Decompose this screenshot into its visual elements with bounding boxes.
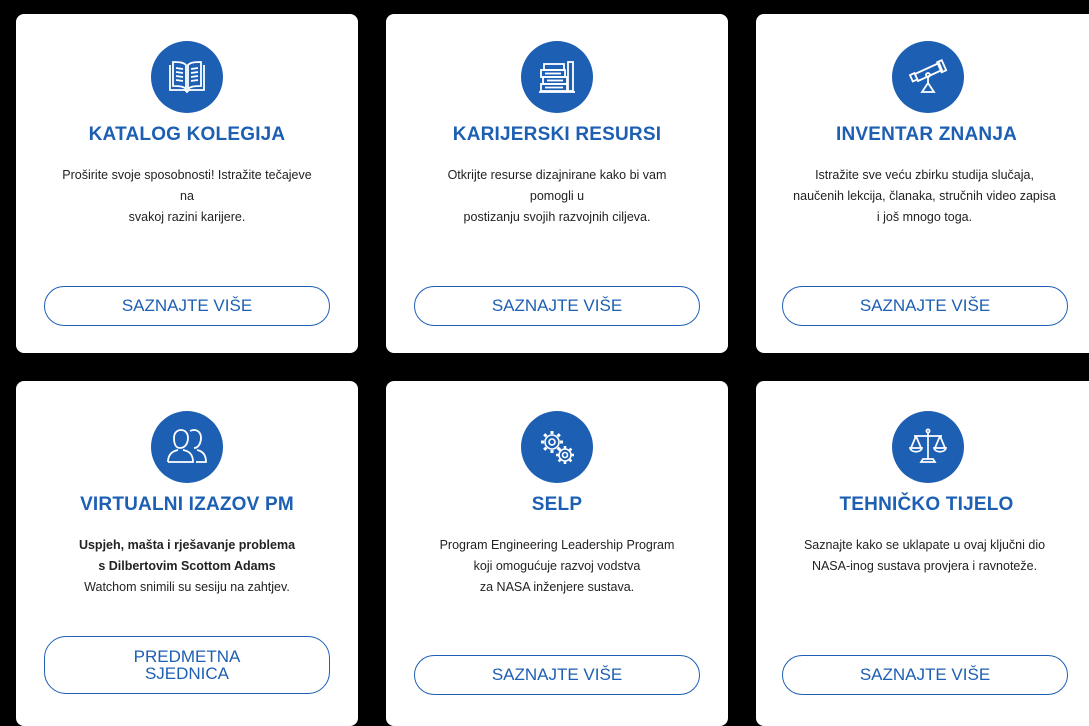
card-selp: SELP Program Engineering Leadership Prog… xyxy=(386,381,728,726)
card-description: Program Engineering Leadership Program k… xyxy=(439,538,675,594)
learn-more-button[interactable]: SAZNAJTE VIŠE xyxy=(782,655,1068,695)
card-description: Istražite sve veću zbirku studija slučaj… xyxy=(793,168,1056,224)
card-tehnicko-tijelo: TEHNIČKO TIJELO Saznajte kako se uklapat… xyxy=(756,381,1089,726)
book-icon xyxy=(151,41,223,113)
learn-more-button[interactable]: SAZNAJTE VIŠE xyxy=(414,655,700,695)
card-description: Otkrijte resurse dizajnirane kako bi vam… xyxy=(447,168,667,224)
card-title: KARIJERSKI RESURSI xyxy=(452,124,662,145)
learn-more-button[interactable]: SAZNAJTE VIŠE xyxy=(44,286,330,326)
card-description: Saznajte kako se uklapate u ovaj ključni… xyxy=(803,538,1046,573)
card-katalog-kolegija: KATALOG KOLEGIJA Proširite svoje sposobn… xyxy=(16,14,358,353)
card-inventar-znanja: INVENTAR ZNANJA Istražite sve veću zbirk… xyxy=(756,14,1089,353)
card-title: SELP xyxy=(531,494,583,515)
learn-more-button[interactable]: SAZNAJTE VIŠE xyxy=(782,286,1068,326)
card-virtualni-izazov-pm: VIRTUALNI IZAZOV PM Uspjeh, mašta i rješ… xyxy=(16,381,358,726)
learn-more-button[interactable]: SAZNAJTE VIŠE xyxy=(414,286,700,326)
featured-session-button[interactable]: PREDMETNA SJEDNICA xyxy=(44,636,330,694)
card-description: Uspjeh, mašta i rješavanje problema s Di… xyxy=(78,538,296,594)
card-title: TEHNIČKO TIJELO xyxy=(839,494,1014,515)
card-title: INVENTAR ZNANJA xyxy=(835,124,1018,145)
card-title: KATALOG KOLEGIJA xyxy=(88,124,286,145)
card-title: VIRTUALNI IZAZOV PM xyxy=(80,494,294,515)
card-description: Proširite svoje sposobnosti! Istražite t… xyxy=(62,168,312,224)
people-icon xyxy=(151,411,223,483)
card-karijerski-resursi: KARIJERSKI RESURSI Otkrijte resurse diza… xyxy=(386,14,728,353)
telescope-icon xyxy=(892,41,964,113)
books-stack-icon xyxy=(521,41,593,113)
gears-icon xyxy=(521,411,593,483)
scales-icon xyxy=(892,411,964,483)
